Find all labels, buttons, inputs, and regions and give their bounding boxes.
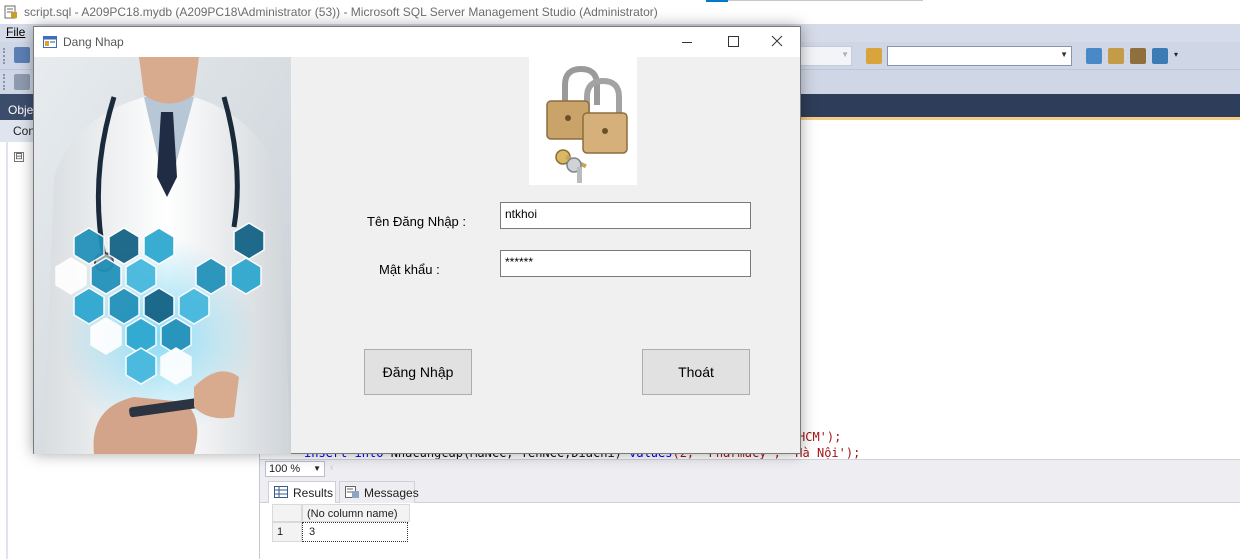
code-string: HCM'); [798,430,842,444]
login-button[interactable]: Đăng Nhập [364,349,472,395]
zoom-bar: 100 % ▼ ‹ [260,459,1240,478]
menu-file[interactable]: File [6,25,25,39]
ssms-title-bar: script.sql - A209PC18.mydb (A209PC18\Adm… [0,0,1240,24]
properties-icon[interactable] [1108,48,1124,64]
open-folder-icon[interactable] [866,48,882,64]
username-input[interactable]: ntkhoi [500,202,751,229]
tab-messages[interactable]: Messages [339,481,419,503]
form-window-icon [43,36,57,48]
toolbar-grip[interactable] [3,48,7,64]
title-accent [706,0,728,2]
username-label: Tên Đăng Nhập : [367,214,467,229]
results-tabs: Results Messages [260,478,1240,503]
results-grid: (No column name) 1 3 [260,503,1240,559]
chevron-down-icon: ▼ [841,50,849,59]
grid-cell[interactable]: 3 [302,522,408,542]
solution-config-combo[interactable]: ▼ [887,46,1072,66]
chevron-down-icon: ▼ [313,464,321,473]
ssms-window-title: script.sql - A209PC18.mydb (A209PC18\Adm… [24,5,658,19]
grid-corner[interactable] [272,504,302,522]
activity-monitor-icon[interactable] [1086,48,1102,64]
query-options-icon[interactable] [14,74,30,90]
tab-messages-label: Messages [364,486,419,500]
messages-icon [345,486,359,498]
database-combo[interactable]: ▼ [800,46,852,66]
tree-expand-toggle[interactable]: ⊟ [14,152,24,162]
minimize-icon[interactable] [664,27,710,57]
zoom-level-combo[interactable]: 100 % ▼ [265,461,325,477]
new-query-icon[interactable] [14,47,30,63]
scroll-left-icon[interactable]: ‹ [330,462,333,473]
code-line-1: HCM'); [798,430,841,444]
doctor-healthcare-image [34,57,291,454]
toolbar-grip[interactable] [3,74,7,90]
dialog-title-bar[interactable]: Dang Nhap [34,27,800,57]
chevron-down-icon[interactable]: ▾ [1174,50,1182,60]
login-dialog: Dang Nhap Tên Đăng Nhập: Mật khẩu: ntk… [33,26,801,454]
close-icon[interactable] [754,27,800,57]
tab-results-label: Results [293,486,334,500]
password-input[interactable]: ****** [500,250,751,277]
panel-splitter[interactable] [6,142,8,559]
exit-button[interactable]: Thoát [642,349,750,395]
grid-row-number[interactable]: 1 [272,522,302,542]
chevron-down-icon: ▼ [1060,50,1068,59]
maximize-icon[interactable] [710,27,756,57]
password-label: Mật khẩu : [379,262,440,277]
dialog-title: Dang Nhap [63,35,124,49]
grid-column-header[interactable]: (No column name) [302,504,410,522]
tools-icon[interactable] [1130,48,1146,64]
grid-icon [274,486,288,498]
ssms-script-icon [4,5,17,19]
window-layout-icon[interactable] [1152,48,1168,64]
tab-results[interactable]: Results [268,481,336,503]
zoom-level-value: 100 % [269,463,301,475]
title-accent-line [728,0,923,1]
padlocks-with-keys-image [529,57,637,185]
